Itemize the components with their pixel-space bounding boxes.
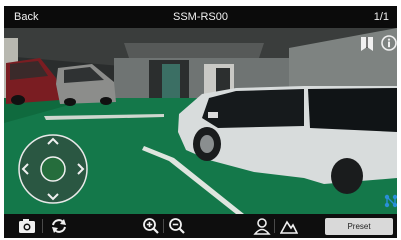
- divider: [42, 219, 43, 233]
- camera-video-feed[interactable]: [4, 28, 397, 214]
- ptz-joystick-icon[interactable]: [18, 134, 88, 204]
- bottom-toolbar: Preset: [4, 214, 397, 238]
- user-icon[interactable]: [253, 217, 271, 235]
- camera-title: SSM-RS00: [172, 11, 229, 23]
- info-icon[interactable]: [381, 35, 397, 51]
- mountain-icon[interactable]: [280, 217, 298, 235]
- zoom-out-icon[interactable]: [168, 217, 186, 235]
- top-bar: Back SSM-RS00 1/1: [4, 6, 397, 28]
- zoom-in-icon[interactable]: [142, 217, 160, 235]
- camera-snapshot-icon[interactable]: [18, 217, 36, 235]
- page-counter: 1/1: [373, 11, 389, 23]
- bookmark-icon[interactable]: [360, 36, 374, 52]
- connection-icon[interactable]: [384, 194, 397, 208]
- preset-button[interactable]: Preset: [325, 218, 393, 235]
- divider: [274, 219, 275, 233]
- divider: [163, 219, 164, 233]
- rotate-icon[interactable]: [50, 217, 68, 235]
- viewer-screen: Back SSM-RS00 1/1 Preset: [4, 6, 397, 238]
